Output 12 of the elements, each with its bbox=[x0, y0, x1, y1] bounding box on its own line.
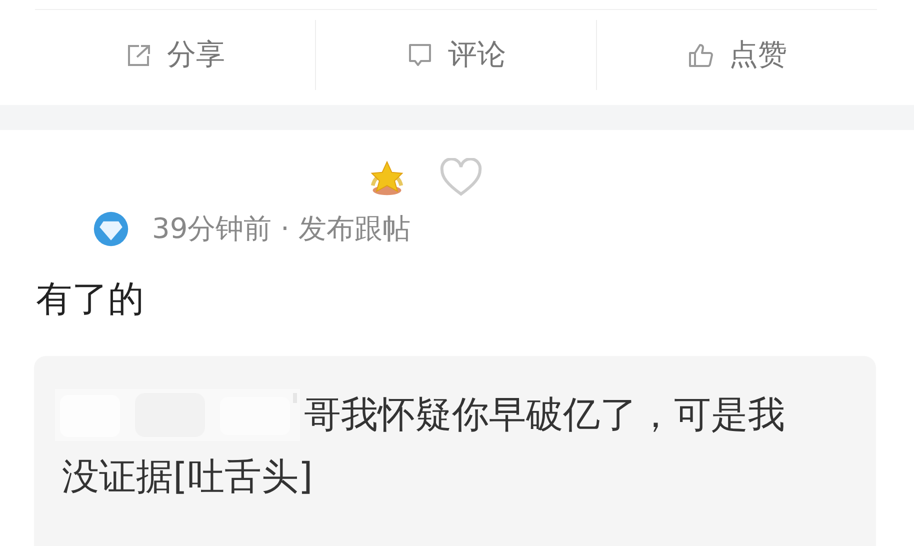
heart-icon[interactable] bbox=[439, 158, 483, 198]
share-button[interactable]: 分享 bbox=[35, 20, 315, 90]
comment-button[interactable]: 评论 bbox=[315, 20, 596, 90]
post-text: 有了的 bbox=[36, 278, 145, 322]
thumbs-up-icon bbox=[687, 41, 715, 69]
quoted-comment-text: 没证据[吐舌头] bbox=[62, 454, 314, 500]
comment-icon bbox=[406, 41, 434, 69]
post-time: 39分钟前 · 发布跟帖 bbox=[152, 211, 410, 247]
crown-star-icon bbox=[368, 159, 406, 197]
quoted-comment-text: 哥我怀疑你早破亿了，可是我 bbox=[304, 392, 785, 438]
diamond-badge-icon bbox=[92, 210, 130, 248]
like-button[interactable]: 点赞 bbox=[596, 20, 877, 90]
